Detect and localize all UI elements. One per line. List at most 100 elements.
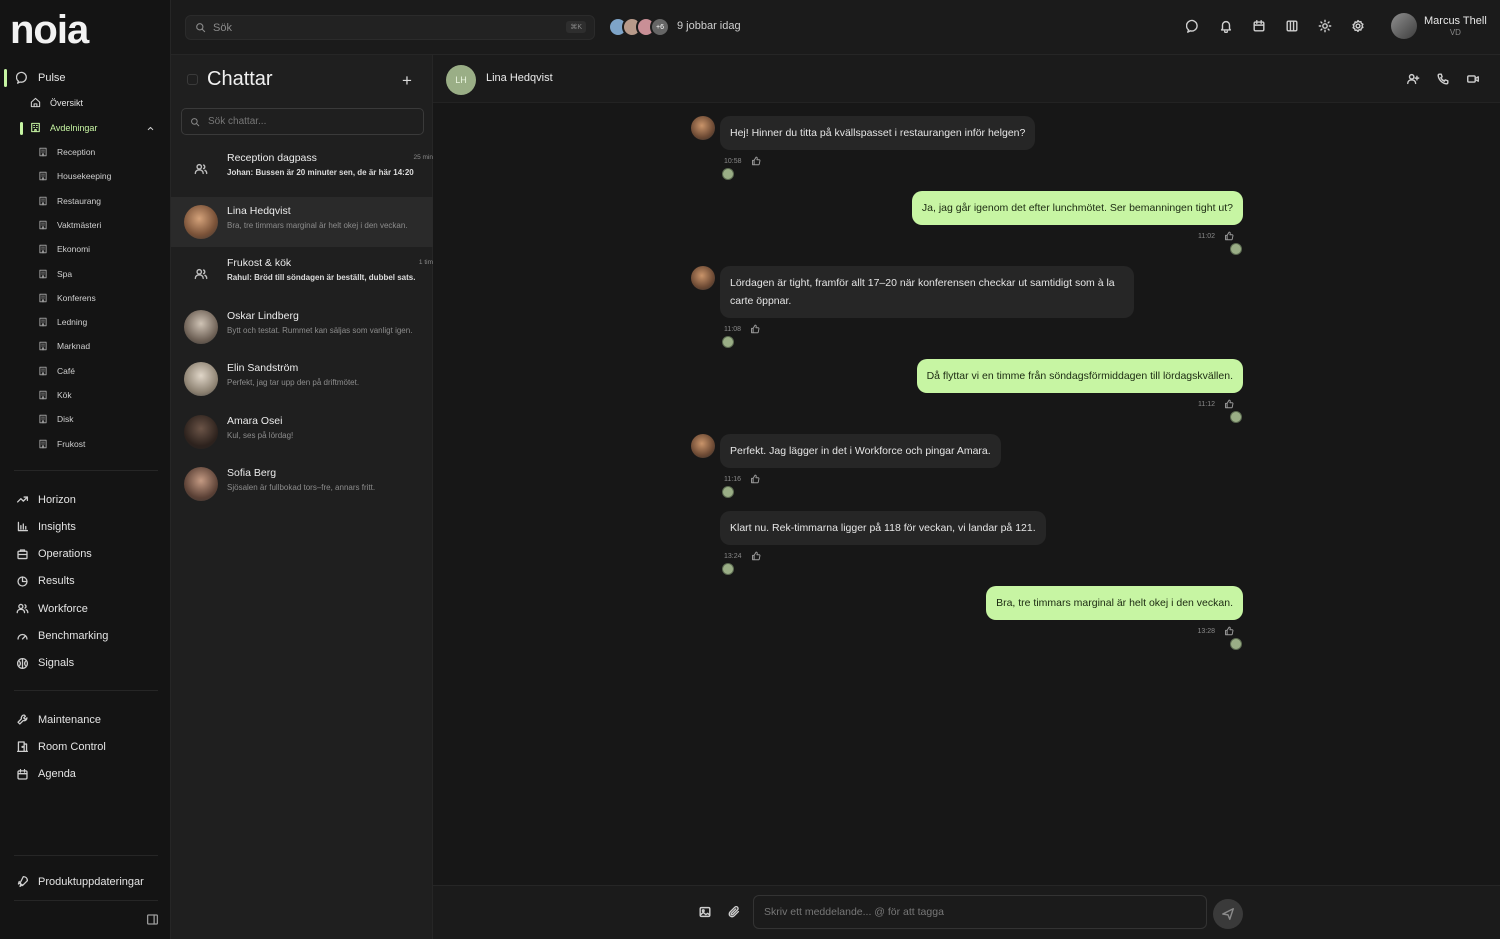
sidebar: noia Pulse Översikt Avdelningar Receptio… <box>0 0 171 939</box>
sidebar-item-dept[interactable]: Spa <box>38 269 72 279</box>
chat-name: Amara Osei <box>227 414 283 427</box>
sidebar-item-dept[interactable]: Marknad <box>38 341 90 351</box>
message-time: 11:16 <box>724 475 741 483</box>
sidebar-item-dept[interactable]: Reception <box>38 147 95 157</box>
sidebar-item-dept[interactable]: Vaktmästeri <box>38 220 101 230</box>
rocket-icon <box>17 875 29 888</box>
message-bubble: Då flyttar vi en timme från söndagsförmi… <box>916 359 1243 393</box>
thumbs-up-icon[interactable] <box>751 551 761 561</box>
chat-preview: Bytt och testat. Rummet kan säljas som v… <box>227 325 413 335</box>
chevron-up-icon[interactable] <box>146 124 155 133</box>
chat-list-item[interactable]: Lina Hedqvist Bra, tre timmars marginal ä… <box>171 196 433 247</box>
chat-list-item[interactable]: Frukost & kök Rahul: Bröd till söndagen ä… <box>171 249 433 299</box>
avatar-overflow-count: +6 <box>650 17 670 37</box>
message-meta: 11:08 <box>724 324 760 334</box>
chat-list-item[interactable]: Amara Osei Kul, ses på lördag! <box>171 407 433 457</box>
sidebar-item-label: Konferens <box>57 292 96 303</box>
nav-departments[interactable]: Avdelningar <box>30 122 97 133</box>
chat-name: Frukost & kök <box>227 257 292 269</box>
paperclip-icon[interactable] <box>727 905 741 919</box>
chat-list-item[interactable]: Sofia Berg Sjösalen är fullbokad tors–fre… <box>171 459 433 509</box>
sidebar-item-dept[interactable]: Café <box>38 366 75 376</box>
video-icon[interactable] <box>1466 72 1480 86</box>
nav-product-updates[interactable]: Produktuppdateringar <box>16 875 144 888</box>
user-menu[interactable]: Marcus Thell VD <box>1391 13 1487 39</box>
thumbs-up-icon[interactable] <box>1224 399 1234 409</box>
sidebar-item-dept[interactable]: Frukost <box>38 439 85 449</box>
sender-avatar <box>691 434 715 458</box>
nav-tool[interactable]: Maintenance <box>16 713 101 726</box>
nav-module[interactable]: Horizon <box>16 493 76 506</box>
sidebar-item-dept[interactable]: Konferens <box>38 293 96 303</box>
chat-name: Lina Hedqvist <box>227 204 291 217</box>
new-chat-button[interactable]: + <box>402 71 412 91</box>
sidebar-item-dept[interactable]: Kök <box>38 390 72 400</box>
building-icon <box>31 122 40 133</box>
gear-icon[interactable] <box>1351 19 1365 33</box>
thumbs-up-icon[interactable] <box>1224 231 1234 241</box>
contact-avatar: LH <box>446 65 476 95</box>
global-search[interactable]: Sök ⌘K <box>185 15 595 40</box>
sender-avatar <box>691 116 715 140</box>
sidebar-divider <box>14 900 158 901</box>
building-icon <box>39 366 47 375</box>
thumbs-up-icon[interactable] <box>751 156 761 166</box>
image-icon[interactable] <box>698 905 712 919</box>
add-person-icon[interactable] <box>1406 72 1420 86</box>
search-icon <box>191 117 200 126</box>
avatar <box>184 467 218 501</box>
message-time: 11:12 <box>1198 400 1215 408</box>
nav-module[interactable]: Insights <box>16 520 76 533</box>
select-all-checkbox[interactable] <box>187 74 198 85</box>
message-input[interactable]: Skriv ett meddelande... @ för att tagga <box>753 895 1207 929</box>
nav-tool[interactable]: Room Control <box>16 740 106 753</box>
building-icon <box>39 172 47 181</box>
sidebar-item-label: Spa <box>57 268 73 279</box>
thumbs-up-icon[interactable] <box>750 324 760 334</box>
thumbs-up-icon[interactable] <box>1224 626 1234 636</box>
active-indicator <box>4 69 7 87</box>
message-meta: 13:24 <box>724 551 761 561</box>
contact-name[interactable]: Lina Hedqvist <box>486 72 553 84</box>
sidebar-item-dept[interactable]: Ekonomi <box>38 244 90 254</box>
nav-overview[interactable]: Översikt <box>30 97 83 108</box>
nav-module[interactable]: Signals <box>16 657 74 670</box>
send-button[interactable] <box>1213 899 1243 929</box>
read-receipt-avatar <box>1230 411 1242 423</box>
sidebar-item-dept[interactable]: Disk <box>38 414 74 424</box>
read-receipt-avatar <box>722 563 734 575</box>
message-meta: 11:02 <box>1198 231 1234 241</box>
collapse-sidebar-icon[interactable] <box>146 913 159 926</box>
sidebar-item-dept[interactable]: Housekeeping <box>38 171 111 181</box>
trend-icon <box>16 496 29 503</box>
sun-icon[interactable] <box>1318 19 1332 33</box>
chat-search-input[interactable]: Sök chattar... <box>181 108 424 135</box>
message-meta: 11:16 <box>724 474 760 484</box>
nav-module[interactable]: Operations <box>16 548 92 561</box>
columns-icon[interactable] <box>1285 19 1299 33</box>
working-avatars[interactable]: +6 <box>608 17 670 37</box>
phone-icon[interactable] <box>1436 72 1450 86</box>
bell-icon[interactable] <box>1219 19 1233 33</box>
thumbs-up-icon[interactable] <box>750 474 760 484</box>
calendar-icon <box>17 768 28 780</box>
sidebar-item-label: Vaktmästeri <box>57 219 102 230</box>
nav-module[interactable]: Benchmarking <box>16 630 108 643</box>
chat-list-item[interactable]: Reception dagpass Johan: Bussen är 20 min… <box>171 144 433 194</box>
calendar-icon[interactable] <box>1252 19 1266 33</box>
sidebar-item-dept[interactable]: Restaurang <box>38 196 101 206</box>
nav-module[interactable]: Workforce <box>16 602 88 615</box>
composer: Skriv ett meddelande... @ för att tagga <box>433 885 1500 939</box>
people-icon <box>16 603 29 614</box>
chat-list-item[interactable]: Oskar Lindberg Bytt och testat. Rummet ka… <box>171 302 433 352</box>
nav-tool[interactable]: Agenda <box>16 768 76 781</box>
nav-module[interactable]: Results <box>16 575 75 588</box>
chat-icon[interactable] <box>1186 19 1200 33</box>
message-time: 11:08 <box>724 325 741 333</box>
chat-list-item[interactable]: Elin Sandström Perfekt, jag tar upp den p… <box>171 354 433 404</box>
nav-pulse[interactable]: Pulse <box>16 71 66 84</box>
user-info: Marcus Thell VD <box>1424 15 1487 37</box>
gauge-icon <box>17 633 28 640</box>
message-input-placeholder: Skriv ett meddelande... @ för att tagga <box>764 906 944 918</box>
sidebar-item-dept[interactable]: Ledning <box>38 317 87 327</box>
